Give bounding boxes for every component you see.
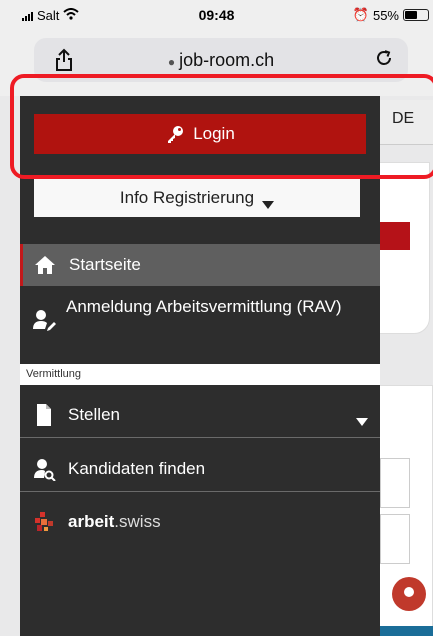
nav-item-startseite[interactable]: Startseite <box>20 244 380 286</box>
nav-label-startseite: Startseite <box>69 255 141 274</box>
info-label: Info Registrierung <box>119 187 255 207</box>
user-edit-icon <box>32 308 56 332</box>
section-label-vermittlung: Vermittlung <box>20 364 380 385</box>
file-icon <box>32 403 56 427</box>
footer-strip <box>380 626 433 636</box>
card-accent-button[interactable] <box>380 222 410 250</box>
alarm-icon: ⏰ <box>352 7 369 22</box>
nav-label-stellen: Stellen <box>68 404 120 424</box>
brand-name: arbeit.swiss <box>68 512 161 532</box>
brand-bold: arbeit <box>68 512 115 531</box>
nav-label-anmeldung-rav: Anmeldung Arbeitsvermittlung (RAV) <box>66 297 342 316</box>
search-field[interactable] <box>380 458 410 508</box>
nav-item-kandidaten-finden[interactable]: Kandidaten finden <box>20 446 380 492</box>
caret-down-icon <box>262 194 275 209</box>
home-icon <box>33 253 57 277</box>
url-text[interactable]: ● job-room.ch <box>34 50 408 71</box>
user-search-icon <box>32 457 56 482</box>
location-field[interactable] <box>380 514 410 564</box>
status-bar: Salt 09:48 ⏰ 55% <box>0 0 433 30</box>
lock-icon: ● <box>167 55 176 69</box>
reload-icon[interactable] <box>374 48 394 74</box>
login-highlight-annotation <box>10 74 433 179</box>
brand-light: .swiss <box>114 512 161 531</box>
map-pin-icon[interactable] <box>392 577 426 611</box>
chevron-down-icon[interactable] <box>356 411 368 426</box>
info-registrierung-button[interactable]: Info Registrierung <box>34 178 360 217</box>
status-right: ⏰ 55% <box>353 7 429 23</box>
nav-item-anmeldung-rav[interactable]: Anmeldung Arbeitsvermittlung (RAV) <box>20 290 380 350</box>
battery-percent: 55% <box>372 7 399 23</box>
nav-item-stellen[interactable]: Stellen <box>20 392 380 438</box>
battery-icon <box>403 9 429 21</box>
url-label: job-room.ch <box>179 50 275 70</box>
nav-label-kandidaten-finden: Kandidaten finden <box>68 458 206 478</box>
arbeit-swiss-link[interactable]: arbeit.swiss <box>20 502 380 542</box>
arbeit-swiss-logo-icon <box>32 510 56 534</box>
